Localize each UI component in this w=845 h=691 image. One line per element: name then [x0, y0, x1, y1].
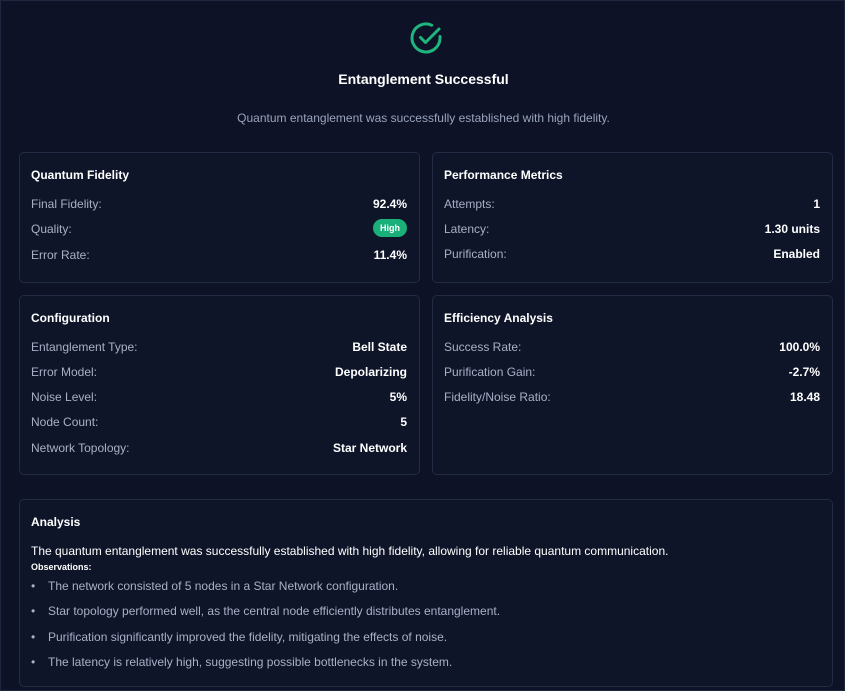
- row-value: 5%: [389, 390, 407, 404]
- list-item: • The latency is relatively high, suggest…: [31, 655, 452, 669]
- row-label: Noise Level:: [31, 390, 98, 404]
- config-row: Error Model: Depolarizing: [31, 365, 407, 381]
- list-item: • The network consisted of 5 nodes in a S…: [31, 579, 398, 593]
- page-title: Entanglement Successful: [338, 71, 509, 87]
- efficiency-row: Success Rate: 100.0%: [444, 340, 820, 356]
- row-value: -2.7%: [788, 365, 820, 379]
- observation-text: Purification significantly improved the …: [48, 630, 448, 644]
- row-value: 11.4%: [373, 248, 407, 262]
- error-rate-row: Error Rate: 11.4%: [31, 248, 407, 264]
- efficiency-analysis-card: Efficiency Analysis Success Rate: 100.0%…: [432, 295, 833, 475]
- observation-text: Star topology performed well, as the cen…: [48, 604, 501, 618]
- row-label: Quality:: [31, 222, 72, 236]
- analysis-card: Analysis The quantum entanglement was su…: [19, 499, 833, 687]
- row-label: Final Fidelity:: [31, 197, 102, 211]
- list-item: • Star topology performed well, as the ce…: [31, 604, 500, 618]
- row-value: 1.30 units: [764, 222, 820, 236]
- efficiency-row: Fidelity/Noise Ratio: 18.48: [444, 390, 820, 406]
- card-title: Analysis: [31, 515, 81, 529]
- config-row: Node Count: 5: [31, 415, 407, 431]
- row-value: 1: [813, 197, 820, 211]
- quality-badge: High: [373, 219, 407, 237]
- config-row: Entanglement Type: Bell State: [31, 340, 407, 356]
- row-value: 100.0%: [779, 340, 820, 354]
- bullet-icon: •: [31, 579, 36, 593]
- attempts-row: Attempts: 1: [444, 197, 820, 213]
- row-value: 18.48: [789, 390, 820, 404]
- bullet-icon: •: [31, 655, 36, 669]
- quantum-fidelity-card: Quantum Fidelity Final Fidelity: 92.4% Q…: [19, 152, 420, 283]
- row-label: Error Model:: [31, 365, 98, 379]
- result-panel: Entanglement Successful Quantum entangle…: [0, 0, 845, 691]
- bullet-icon: •: [31, 604, 36, 618]
- config-row: Network Topology: Star Network: [31, 441, 407, 457]
- row-label: Entanglement Type:: [31, 340, 138, 354]
- row-value: Star Network: [332, 441, 407, 455]
- row-label: Success Rate:: [444, 340, 522, 354]
- list-item: • Purification significantly improved the…: [31, 630, 447, 644]
- row-label: Attempts:: [444, 197, 495, 211]
- row-label: Purification:: [444, 247, 507, 261]
- card-title: Configuration: [31, 311, 110, 325]
- row-value: 92.4%: [372, 197, 407, 211]
- row-value: 5: [400, 415, 407, 429]
- card-title: Quantum Fidelity: [31, 168, 130, 182]
- efficiency-row: Purification Gain: -2.7%: [444, 365, 820, 381]
- row-label: Fidelity/Noise Ratio:: [444, 390, 551, 404]
- configuration-card: Configuration Entanglement Type: Bell St…: [19, 295, 420, 475]
- fidelity-row: Final Fidelity: 92.4%: [31, 197, 407, 213]
- performance-metrics-card: Performance Metrics Attempts: 1 Latency:…: [432, 152, 833, 283]
- latency-row: Latency: 1.30 units: [444, 222, 820, 238]
- row-value: Depolarizing: [334, 365, 407, 379]
- check-circle-icon: [410, 22, 442, 54]
- row-value: Enabled: [773, 247, 820, 261]
- card-title: Efficiency Analysis: [444, 311, 553, 325]
- observation-text: The network consisted of 5 nodes in a St…: [48, 579, 399, 593]
- config-row: Noise Level: 5%: [31, 390, 407, 406]
- observations-label: Observations:: [31, 562, 92, 572]
- observation-text: The latency is relatively high, suggesti…: [48, 655, 453, 669]
- row-label: Latency:: [444, 222, 490, 236]
- row-value: Bell State: [352, 340, 407, 354]
- bullet-icon: •: [31, 630, 36, 644]
- analysis-summary: The quantum entanglement was successfull…: [31, 544, 669, 558]
- page-subtitle: Quantum entanglement was successfully es…: [237, 111, 610, 125]
- row-label: Error Rate:: [31, 248, 90, 262]
- row-label: Network Topology:: [31, 441, 130, 455]
- row-label: Purification Gain:: [444, 365, 536, 379]
- quality-row: Quality: High: [31, 219, 407, 238]
- purification-row: Purification: Enabled: [444, 247, 820, 263]
- card-title: Performance Metrics: [444, 168, 563, 182]
- row-label: Node Count:: [31, 415, 99, 429]
